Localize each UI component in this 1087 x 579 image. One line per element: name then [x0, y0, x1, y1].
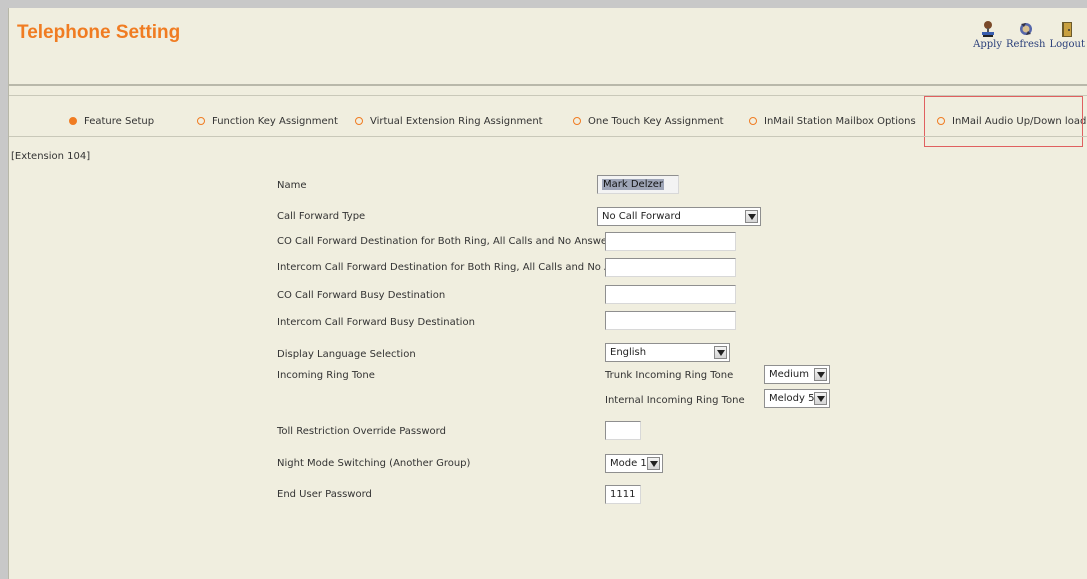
radio-dot-icon — [355, 117, 363, 125]
display-language-value: English — [610, 347, 647, 358]
ic-cf-busy-input[interactable] — [605, 311, 736, 330]
chevron-down-icon — [745, 210, 758, 223]
tab-bar: Feature Setup Function Key Assignment Vi… — [9, 95, 1087, 147]
ic-cf-dest-label: Intercom Call Forward Destination for Bo… — [277, 262, 641, 273]
chevron-down-icon — [714, 346, 727, 359]
trunk-ring-tone-value: Medium — [769, 369, 809, 380]
chevron-down-icon — [814, 392, 827, 405]
tab-label: Virtual Extension Ring Assignment — [370, 115, 543, 127]
night-mode-value: Mode 1 — [610, 458, 647, 469]
co-cf-dest-input[interactable] — [605, 232, 736, 251]
end-user-password-label: End User Password — [277, 489, 372, 500]
night-mode-select[interactable]: Mode 1 — [605, 454, 663, 473]
tab-one-touch-key-assignment[interactable]: One Touch Key Assignment — [573, 96, 724, 146]
ic-cf-dest-input[interactable] — [605, 258, 736, 277]
chevron-down-icon — [814, 368, 827, 381]
co-cf-busy-label: CO Call Forward Busy Destination — [277, 290, 446, 301]
name-field[interactable]: Mark Delzer — [597, 175, 679, 194]
tab-label: Function Key Assignment — [212, 115, 338, 127]
chevron-down-icon — [647, 457, 660, 470]
call-forward-type-select[interactable]: No Call Forward — [597, 207, 761, 226]
refresh-icon — [1019, 23, 1032, 35]
refresh-button[interactable]: Refresh — [1006, 20, 1045, 50]
logout-label: Logout — [1049, 39, 1085, 50]
radio-dot-icon — [573, 117, 581, 125]
header: Telephone Setting Apply Refresh Logout — [9, 8, 1087, 84]
call-forward-type-label: Call Forward Type — [277, 211, 366, 222]
call-forward-type-value: No Call Forward — [602, 211, 681, 222]
tab-feature-setup[interactable]: Feature Setup — [69, 96, 154, 146]
co-cf-busy-input[interactable] — [605, 285, 736, 304]
radio-dot-icon — [197, 117, 205, 125]
trunk-ring-tone-label: Trunk Incoming Ring Tone — [605, 370, 734, 381]
internal-ring-tone-select[interactable]: Melody 5 — [764, 389, 830, 408]
logout-icon — [1062, 22, 1073, 37]
tab-inmail-station-mailbox-options[interactable]: InMail Station Mailbox Options — [749, 96, 916, 146]
trunk-ring-tone-select[interactable]: Medium — [764, 365, 830, 384]
apply-button[interactable]: Apply — [973, 20, 1002, 50]
tab-divider — [9, 136, 1087, 137]
end-user-password-value: 1111 — [610, 489, 636, 500]
tab-virtual-extension-ring-assignment[interactable]: Virtual Extension Ring Assignment — [355, 96, 543, 146]
internal-ring-tone-value: Melody 5 — [769, 393, 815, 404]
toll-override-input[interactable] — [605, 421, 641, 440]
page-title: Telephone Setting — [17, 22, 181, 43]
tab-label: Feature Setup — [84, 115, 155, 127]
apply-icon — [981, 21, 994, 37]
co-cf-dest-label: CO Call Forward Destination for Both Rin… — [277, 236, 612, 247]
incoming-ring-tone-label: Incoming Ring Tone — [277, 370, 375, 381]
tab-highlight-box — [924, 96, 1083, 147]
refresh-label: Refresh — [1006, 39, 1046, 50]
main-window: Telephone Setting Apply Refresh Logout F… — [8, 8, 1087, 579]
ic-cf-busy-label: Intercom Call Forward Busy Destination — [277, 317, 475, 328]
display-language-label: Display Language Selection — [277, 349, 416, 360]
apply-label: Apply — [973, 39, 1003, 50]
radio-dot-icon — [69, 117, 77, 125]
toll-override-label: Toll Restriction Override Password — [277, 426, 446, 437]
tab-label: InMail Station Mailbox Options — [764, 115, 916, 127]
extension-label: [Extension 104] — [11, 151, 91, 162]
radio-dot-icon — [749, 117, 757, 125]
internal-ring-tone-label: Internal Incoming Ring Tone — [605, 395, 745, 406]
header-divider — [9, 84, 1087, 86]
logout-button[interactable]: Logout — [1049, 20, 1085, 50]
tab-label: One Touch Key Assignment — [588, 115, 724, 127]
name-label: Name — [277, 180, 307, 191]
display-language-select[interactable]: English — [605, 343, 730, 362]
toolbar: Apply Refresh Logout — [973, 20, 1085, 50]
night-mode-label: Night Mode Switching (Another Group) — [277, 458, 471, 469]
tab-function-key-assignment[interactable]: Function Key Assignment — [197, 96, 338, 146]
end-user-password-input[interactable]: 1111 — [605, 485, 641, 504]
name-value: Mark Delzer — [602, 179, 664, 190]
